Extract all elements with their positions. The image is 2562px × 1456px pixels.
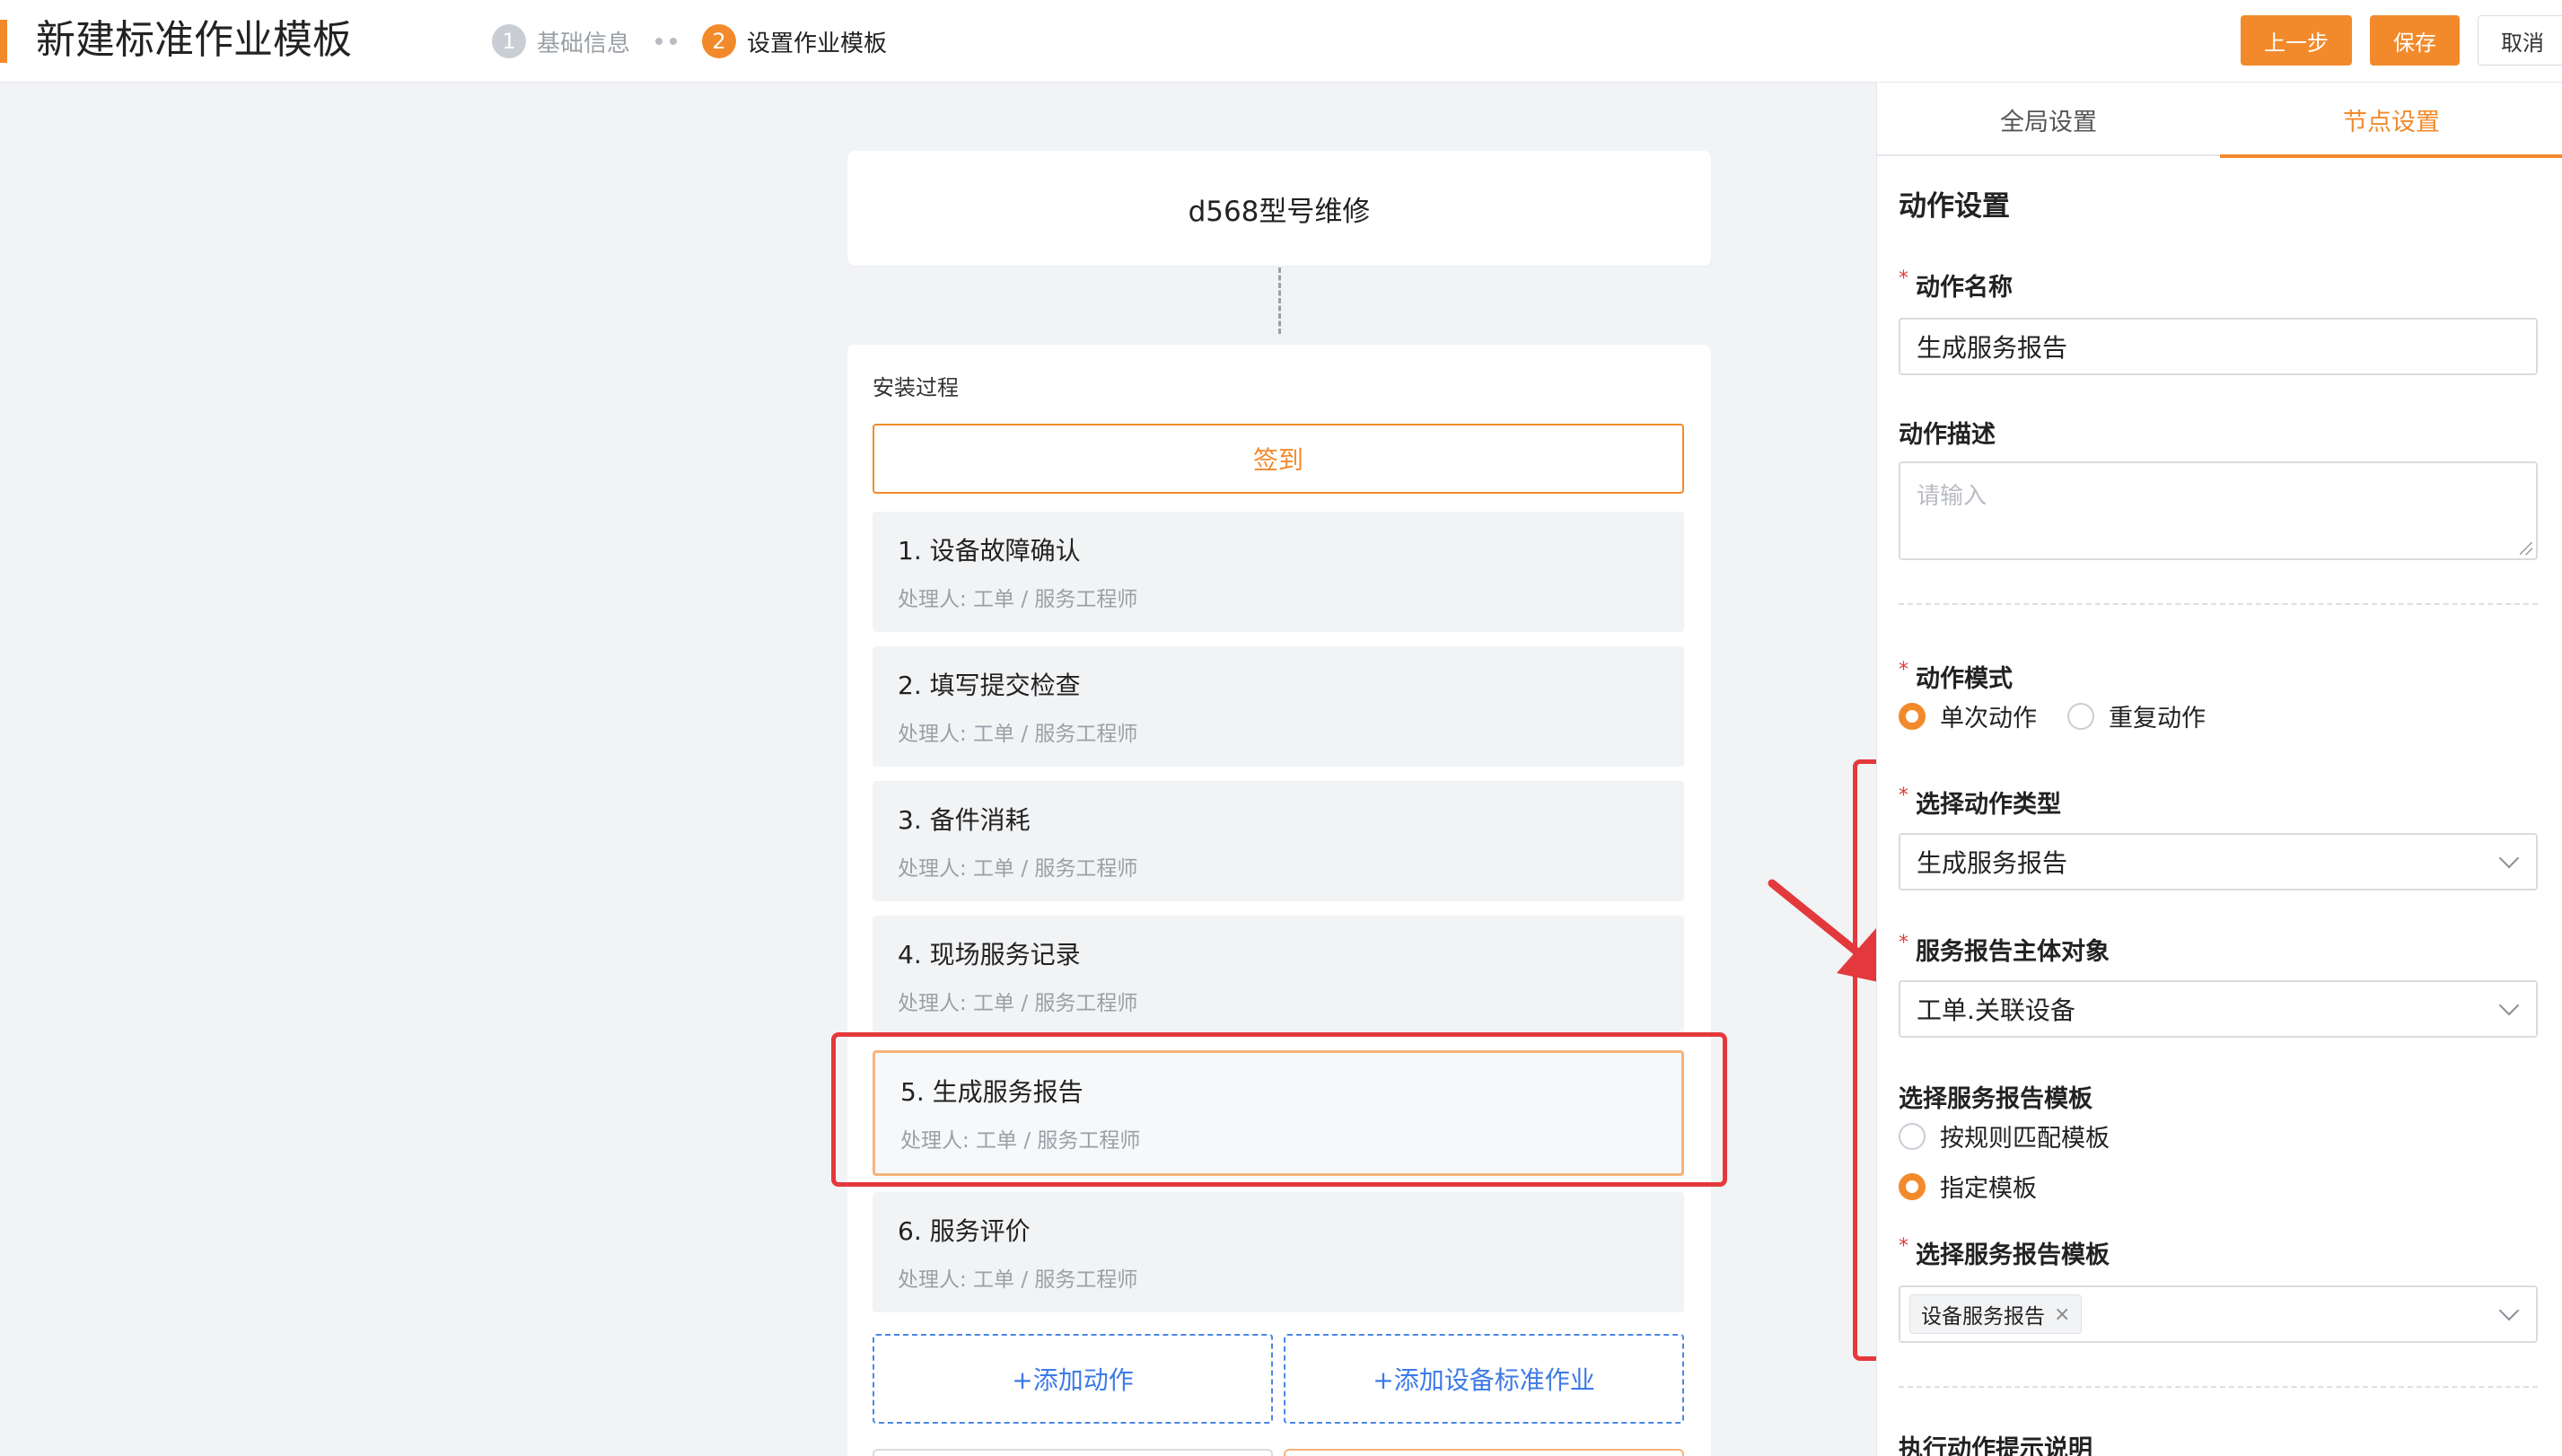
- save-button[interactable]: 保存: [2370, 15, 2460, 66]
- step-set-template[interactable]: 2 设置作业模板: [702, 24, 887, 58]
- subject-select[interactable]: 工单.关联设备: [1899, 980, 2538, 1038]
- action-item[interactable]: 6. 服务评价 处理人: 工单 / 服务工程师: [873, 1192, 1684, 1312]
- action-name: 4. 现场服务记录: [898, 940, 1081, 969]
- subject-label: * 服务报告主体对象: [1899, 932, 2110, 966]
- step-basic-info[interactable]: 1 基础信息: [492, 24, 630, 58]
- action-handler: 处理人: 工单 / 服务工程师: [898, 992, 1138, 1015]
- add-standard-job-button[interactable]: +添加设备标准作业: [1284, 1334, 1684, 1424]
- template-mode-specify: 指定模板: [1899, 1169, 2037, 1204]
- radio-label: 单次动作: [1940, 705, 2037, 732]
- action-handler: 处理人: 工单 / 服务工程师: [898, 723, 1138, 746]
- action-name: 3. 备件消耗: [898, 805, 1031, 835]
- radio-label: 重复动作: [2109, 705, 2206, 732]
- section-title: 动作设置: [1899, 190, 2010, 223]
- action-item[interactable]: 2. 填写提交检查 处理人: 工单 / 服务工程师: [873, 646, 1684, 767]
- hint-label: 执行动作提示说明: [1899, 1435, 2093, 1456]
- template-mode-rule: 按规则匹配模板: [1899, 1118, 2110, 1153]
- template-multiselect[interactable]: 设备服务报告 ×: [1899, 1285, 2538, 1343]
- step-indicator: 1 基础信息 2 设置作业模板: [492, 23, 887, 59]
- settings-panel: 全局设置 节点设置 动作设置 * 动作名称 生成服务报告 动作描述 请输入 * 动作…: [1876, 83, 2562, 1456]
- prev-step-button[interactable]: 上一步: [2241, 15, 2352, 66]
- action-item-selected[interactable]: 5. 生成服务报告 处理人: 工单 / 服务工程师: [873, 1050, 1684, 1176]
- radio-specify-template[interactable]: [1899, 1172, 1926, 1200]
- chevron-down-icon: [2498, 847, 2520, 869]
- radio-label: 指定模板: [1940, 1175, 2037, 1203]
- action-name-input[interactable]: 生成服务报告: [1899, 318, 2538, 375]
- select-value: 生成服务报告: [1917, 848, 2068, 878]
- action-desc-textarea[interactable]: 请输入: [1899, 461, 2538, 560]
- action-name: 5. 生成服务报告: [900, 1077, 1084, 1107]
- settings-tabs: 全局设置 节点设置: [1877, 83, 2562, 158]
- action-handler: 处理人: 工单 / 服务工程师: [900, 1129, 1141, 1153]
- cancel-button[interactable]: 取消: [2478, 15, 2562, 66]
- template-mode-label: 选择服务报告模板: [1899, 1085, 2093, 1113]
- title-accent-bar: [0, 20, 7, 63]
- divider: [1899, 1386, 2538, 1388]
- tab-node-settings[interactable]: 节点设置: [2220, 83, 2562, 158]
- tab-global-settings[interactable]: 全局设置: [1877, 83, 2220, 156]
- node-card-edge: [873, 1449, 1273, 1456]
- select-value: 工单.关联设备: [1917, 996, 2075, 1025]
- template-root-node[interactable]: d568型号维修: [847, 151, 1711, 266]
- action-handler: 处理人: 工单 / 服务工程师: [898, 1268, 1138, 1292]
- step-number: 1: [492, 24, 526, 58]
- resize-grip-icon[interactable]: [2520, 542, 2532, 555]
- top-bar: 新建标准作业模板 1 基础信息 2 设置作业模板 上一步 保存 取消: [0, 0, 2562, 83]
- process-node: 安装过程 签到 1. 设备故障确认 处理人: 工单 / 服务工程师 2. 填写提…: [847, 345, 1711, 1456]
- radio-single-action[interactable]: [1899, 702, 1926, 730]
- node-connector: [1278, 268, 1281, 334]
- step-number: 2: [702, 24, 737, 58]
- add-action-button[interactable]: +添加动作: [873, 1334, 1273, 1424]
- node-card-edge: [1284, 1449, 1684, 1456]
- close-icon[interactable]: ×: [2054, 1303, 2070, 1326]
- action-type-select[interactable]: 生成服务报告: [1899, 833, 2538, 890]
- action-item[interactable]: 1. 设备故障确认 处理人: 工单 / 服务工程师: [873, 512, 1684, 632]
- radio-rule-match[interactable]: [1899, 1122, 1926, 1150]
- action-name: 1. 设备故障确认: [898, 536, 1081, 566]
- tag-label: 设备服务报告: [1921, 1305, 2045, 1329]
- action-mode-group: 单次动作 重复动作: [1899, 698, 2206, 733]
- action-handler: 处理人: 工单 / 服务工程师: [898, 588, 1138, 611]
- template-select-label: * 选择服务报告模板: [1899, 1235, 2110, 1269]
- page-title: 新建标准作业模板: [36, 17, 352, 63]
- action-name-label: * 动作名称: [1899, 268, 2013, 302]
- action-mode-label: * 动作模式: [1899, 659, 2013, 693]
- step-separator: [655, 38, 678, 45]
- chevron-down-icon: [2498, 1300, 2520, 1321]
- placeholder-text: 请输入: [1917, 483, 1987, 510]
- action-type-label: * 选择动作类型: [1899, 785, 2061, 819]
- action-name: 6. 服务评价: [898, 1216, 1031, 1246]
- action-item[interactable]: 4. 现场服务记录 处理人: 工单 / 服务工程师: [873, 916, 1684, 1036]
- process-title: 安装过程: [873, 375, 959, 400]
- divider: [1899, 603, 2538, 605]
- step-label: 设置作业模板: [747, 30, 888, 57]
- checkin-action[interactable]: 签到: [873, 424, 1684, 494]
- action-handler: 处理人: 工单 / 服务工程师: [898, 857, 1138, 881]
- radio-repeat-action[interactable]: [2067, 702, 2094, 730]
- step-label: 基础信息: [537, 30, 631, 57]
- action-item[interactable]: 3. 备件消耗 处理人: 工单 / 服务工程师: [873, 781, 1684, 901]
- action-name: 2. 填写提交检查: [898, 671, 1081, 700]
- radio-label: 按规则匹配模板: [1940, 1125, 2110, 1153]
- action-desc-label: 动作描述: [1899, 421, 1996, 449]
- chevron-down-icon: [2498, 995, 2520, 1016]
- selected-tag: 设备服务报告 ×: [1909, 1294, 2083, 1334]
